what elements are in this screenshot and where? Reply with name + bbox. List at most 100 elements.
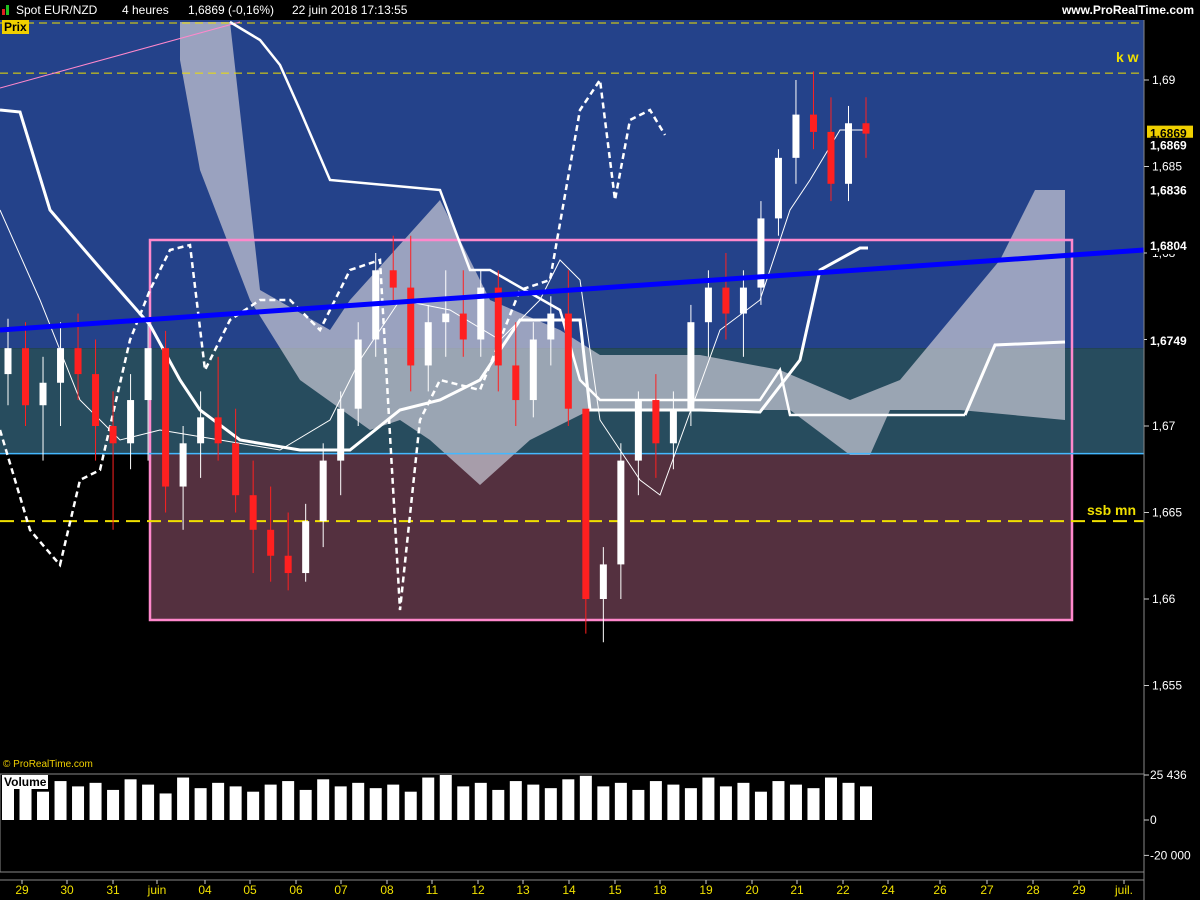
x-tick-label: 28 — [1026, 883, 1040, 897]
volume-bar — [212, 782, 225, 820]
volume-bar — [387, 784, 400, 820]
volume-bar — [684, 788, 697, 820]
volume-bar — [667, 784, 680, 820]
volume-bar — [177, 777, 190, 820]
candle-body — [722, 287, 730, 314]
candle-body — [389, 270, 397, 288]
candle-body — [162, 348, 170, 487]
x-tick-label: 13 — [516, 883, 530, 897]
volume-bar — [107, 789, 120, 820]
x-tick-label: 12 — [471, 883, 485, 897]
volume-bar — [299, 789, 312, 820]
volume-bar — [614, 782, 627, 820]
candle-body — [179, 443, 187, 487]
candle-body — [22, 348, 30, 406]
candle-body — [564, 313, 572, 409]
x-tick-label: 30 — [60, 883, 74, 897]
volume-bar — [37, 791, 50, 820]
x-tick-label: 27 — [980, 883, 994, 897]
candle-body — [827, 131, 835, 184]
candle-body — [774, 157, 782, 219]
candle-body — [547, 313, 555, 340]
volume-bar — [807, 788, 820, 820]
volume-bar — [229, 786, 242, 820]
volume-bar — [264, 784, 277, 820]
candle-body — [57, 348, 65, 383]
candle-body — [284, 555, 292, 574]
x-tick-label: 06 — [289, 883, 303, 897]
candle-body — [92, 374, 100, 426]
x-tick-label: 18 — [653, 883, 667, 897]
volume-bar — [247, 791, 260, 820]
volume-bar — [334, 786, 347, 820]
volume-bar — [404, 791, 417, 820]
volume-bar — [159, 793, 172, 820]
volume-bar — [789, 784, 802, 820]
volume-bar — [19, 784, 32, 820]
candle-body — [354, 339, 362, 409]
x-tick-label: juil. — [1114, 883, 1133, 897]
volume-bar — [597, 786, 610, 820]
volume-tick-label: 25 436 — [1150, 768, 1187, 782]
volume-bar — [142, 784, 155, 820]
volume-bar — [579, 775, 592, 820]
x-tick-label: 07 — [334, 883, 348, 897]
volume-bar — [422, 777, 435, 820]
price-tick-label: 1,665 — [1152, 506, 1182, 520]
volume-bar — [527, 784, 540, 820]
price-chart[interactable]: 1,691,6851,681,6751,671,6651,661,6551,68… — [0, 0, 1200, 900]
volume-bar — [632, 789, 645, 820]
volume-bar — [842, 782, 855, 820]
candle-body — [459, 313, 467, 340]
price-badge-label: 1,6749 — [1150, 334, 1187, 348]
candle-body — [634, 400, 642, 461]
x-tick-label: 21 — [790, 883, 804, 897]
candle-body — [267, 529, 275, 556]
volume-bar — [544, 788, 557, 820]
kw-level-label: k w — [1116, 49, 1139, 65]
volume-bar — [2, 788, 14, 820]
volume-bar — [54, 781, 67, 820]
candle-body — [599, 564, 607, 599]
candle-body — [39, 382, 47, 406]
candle-body — [652, 400, 660, 444]
price-tick-label: 1,685 — [1152, 160, 1182, 174]
ssb-level-label: ssb mn — [1087, 502, 1137, 518]
x-tick-label: 05 — [243, 883, 257, 897]
candle-body — [109, 426, 117, 444]
volume-tick-label: -20 000 — [1150, 848, 1191, 862]
candle-body — [809, 114, 817, 132]
volume-bar — [860, 786, 872, 820]
candle-body — [792, 114, 800, 158]
x-tick-label: 11 — [426, 883, 439, 897]
volume-tick-label: 0 — [1150, 813, 1157, 827]
candle-body — [617, 460, 625, 565]
volume-bar — [702, 777, 715, 820]
candle-body — [844, 123, 852, 184]
volume-bar — [352, 782, 365, 820]
price-badge-label: 1,6804 — [1150, 239, 1187, 253]
candle-body — [582, 408, 590, 599]
candle-body — [319, 460, 327, 522]
x-tick-label: 29 — [15, 883, 29, 897]
x-tick-label: 29 — [1072, 883, 1086, 897]
candle-body — [862, 123, 870, 134]
x-tick-label: 04 — [198, 883, 212, 897]
candle-body — [127, 400, 135, 444]
candle-body — [249, 495, 257, 530]
volume-bar — [457, 786, 470, 820]
candle-body — [424, 322, 432, 366]
x-tick-label: 08 — [380, 883, 394, 897]
candle-body — [232, 443, 240, 496]
volume-bar — [317, 779, 330, 820]
candle-body — [512, 365, 520, 401]
candle-body — [144, 348, 152, 401]
x-tick-label: 31 — [106, 883, 120, 897]
x-tick-label: 22 — [836, 883, 850, 897]
volume-bar — [124, 779, 137, 820]
candle-body — [687, 322, 695, 409]
candle-body — [302, 521, 310, 574]
volume-bar — [737, 782, 750, 820]
price-badge-label: 1,6836 — [1150, 184, 1187, 198]
price-badge-label: 1,6869 — [1150, 139, 1187, 153]
